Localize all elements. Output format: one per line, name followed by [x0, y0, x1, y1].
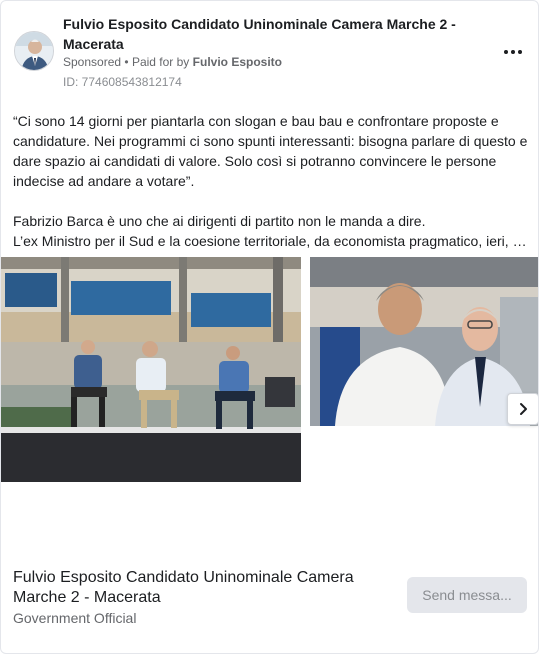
- page-name-link[interactable]: Fulvio Esposito Candidato Uninominale Ca…: [63, 14, 463, 54]
- ad-header: Fulvio Esposito Candidato Uninominale Ca…: [13, 13, 528, 93]
- image-carousel: [1, 257, 538, 487]
- funder-name: Fulvio Esposito: [192, 55, 282, 69]
- sponsored-label: Sponsored: [63, 55, 122, 69]
- carousel-image-portrait[interactable]: [310, 257, 538, 426]
- ad-card: Fulvio Esposito Candidato Uninominale Ca…: [0, 0, 539, 654]
- body-paragraph-2-line-2[interactable]: L’ex Ministro per il Sud e la coesione t…: [13, 231, 528, 251]
- footer-page-name[interactable]: Fulvio Esposito Candidato Uninominale Ca…: [13, 568, 373, 608]
- ad-footer: Fulvio Esposito Candidato Uninominale Ca…: [13, 568, 528, 638]
- separator-dot: •: [124, 55, 129, 69]
- carousel-next-button[interactable]: [507, 393, 538, 425]
- send-message-button[interactable]: Send messa...: [407, 577, 527, 613]
- body-paragraph-1: “Ci sono 14 giorni per piantarla con slo…: [13, 113, 528, 189]
- sponsored-line: Sponsored • Paid for by Fulvio Esposito: [63, 54, 282, 70]
- ad-body-text: “Ci sono 14 giorni per piantarla con slo…: [13, 111, 528, 251]
- ad-id: ID: 774608543812174: [63, 75, 182, 89]
- body-paragraph-2-line-1: Fabrizio Barca è uno che ai dirigenti di…: [13, 213, 426, 229]
- more-options-icon[interactable]: [500, 39, 526, 65]
- avatar[interactable]: [14, 31, 54, 71]
- carousel-image-event-stage[interactable]: [1, 257, 301, 482]
- chevron-right-icon: [520, 403, 527, 415]
- paid-for-by-label: Paid for by: [131, 55, 190, 69]
